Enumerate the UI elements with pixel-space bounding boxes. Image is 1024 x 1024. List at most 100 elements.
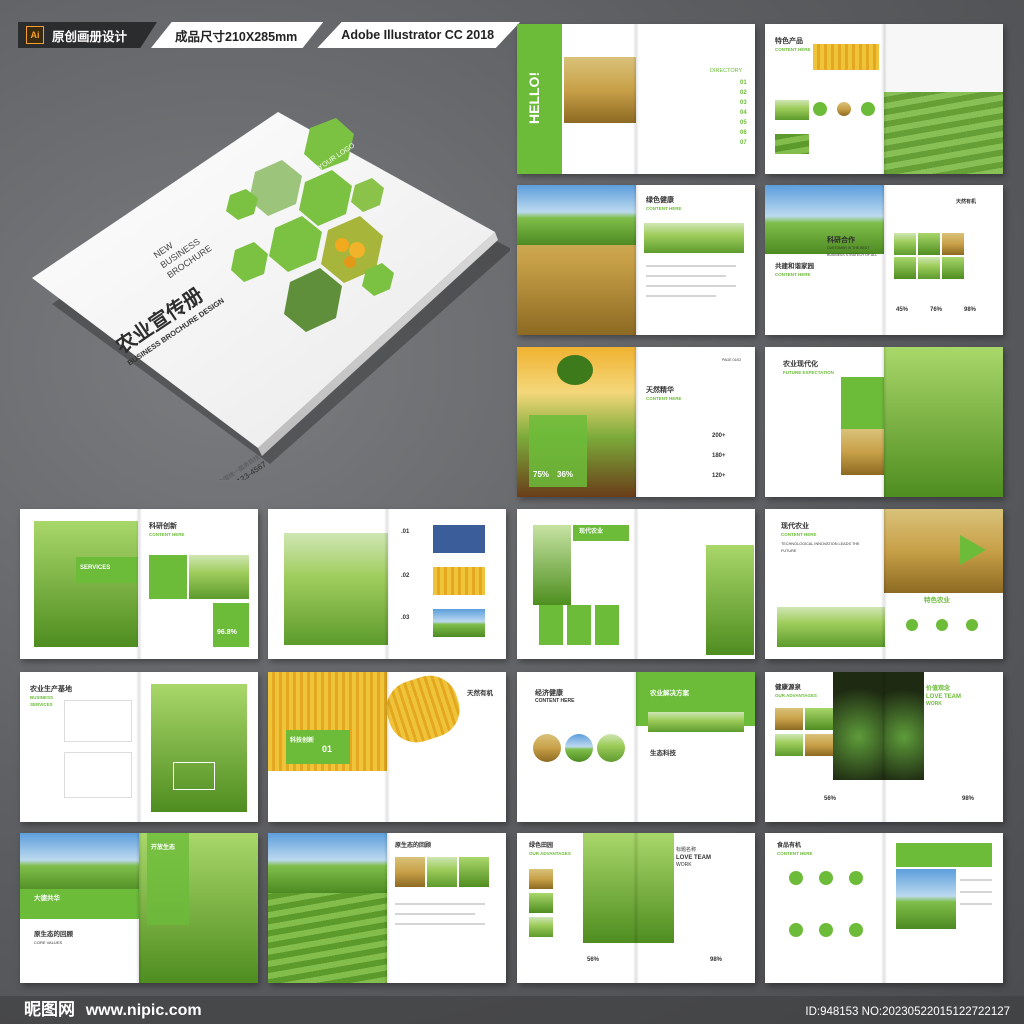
page-right: 特色农业 [884, 509, 1003, 659]
page-right: 标题名称 LOVE TEAM WORK 98% [636, 833, 755, 983]
page-left: 大德共华 原生态的回顾 CORE VALUES [20, 833, 139, 983]
header-original-design: Ai 原创画册设计 [18, 22, 158, 48]
page-title: 绿色田园 [529, 843, 554, 849]
page-right [139, 672, 258, 822]
spread-research-innovation: SERVICES 科研创新 CONTENT HERE 96.8% [20, 509, 258, 659]
stat-56: 56% [587, 957, 600, 963]
spread-green-pastoral: 绿色田园 OUR ADVANTAGES 56% 标题名称 LOVE TEAM W… [517, 833, 755, 983]
page-title-2: 共建和谐家园 [775, 263, 814, 270]
page-left [268, 509, 388, 659]
spread-corn-feature: 科技创新 01 天然有机 [268, 672, 506, 822]
page-right: 绿色健康 CONTENT HERE [636, 185, 755, 335]
book-cover-mockup: NEW BUSINESS BROCHURE 农业宣传册 BUSINESS BRO… [32, 112, 510, 480]
stat-75: 75% [533, 470, 550, 479]
tree-field-photo: 75% 36% [517, 347, 636, 497]
spread-tech-innovation: 现代农业 CONTENT HERE TECHNOLOGICAL INNOVATI… [765, 509, 1003, 659]
page-left: 科技创新 01 [268, 672, 387, 822]
tea-field-photo [884, 24, 1003, 174]
page-left: 经济健康 CONTENT HERE [517, 672, 636, 822]
page-left: 科研合作 CUSTOMER IS THE BEST BUSINESS STRAT… [765, 185, 884, 335]
page-right: 科研创新 CONTENT HERE 96.8% [139, 509, 258, 659]
work-label: WORK [926, 701, 942, 707]
page-tag: 价值观念 [926, 686, 951, 692]
page-title: 天然精华 [646, 387, 674, 394]
spread-original-ecology: 原生态的回顾 [268, 833, 506, 983]
percent-96: 96.8% [217, 629, 237, 636]
header-label-design: 原创画册设计 [52, 29, 128, 44]
page-subtitle: FUTURE EXPECTATION [783, 370, 834, 375]
spread-economic-health: 经济健康 CONTENT HERE 农业解决方案 生态科技 [517, 672, 755, 822]
page-subtitle: CONTENT HERE [535, 698, 575, 704]
count-180: 180+ [712, 453, 726, 459]
illustrator-icon: Ai [26, 26, 44, 44]
page-right: 农业解决方案 生态科技 [636, 672, 755, 822]
watermark-brand: 昵图网 www.nipic.com [24, 995, 202, 1020]
page-number: PAGE 01/02 [722, 358, 742, 362]
page-title: 绿色健康 [646, 197, 674, 204]
page-title: 农业生产基地 [30, 686, 72, 693]
wheat-closeup-photo [884, 347, 1003, 497]
page-right: 天然有机 [379, 672, 506, 822]
spread-organic-food: 食品有机 CONTENT HERE [765, 833, 1003, 983]
item-num-02: .02 [401, 573, 410, 579]
page-left: 食品有机 CONTENT HERE [765, 833, 884, 983]
page-subtitle: OUR ADVANTAGES [529, 851, 571, 856]
page-title: 食品有机 [777, 843, 802, 849]
page-right: .01 .02 .03 [387, 509, 506, 659]
stat-56: 56% [824, 796, 837, 802]
stat-98: 98% [710, 957, 723, 963]
page-subtitle: CONTENT HERE [775, 47, 811, 52]
page-subtitle-2: CONTENT HERE [775, 272, 811, 277]
page-right: 原生态的回顾 [387, 833, 506, 983]
header-software: Adobe Illustrator CC 2018 [317, 22, 521, 48]
spread-production-base: 农业生产基地 BUSINESS SERVICES [20, 672, 258, 822]
page-right [884, 833, 1003, 983]
count-120: 120+ [712, 473, 726, 479]
page-title: 农业现代化 [783, 361, 818, 368]
stat-98: 98% [964, 307, 977, 313]
page-title-3: 生态科技 [650, 750, 676, 757]
page-tagline: TECHNOLOGICAL INNOVATION LEADS THE FUTUR… [781, 542, 860, 553]
tech-label: 科技创新 [290, 738, 315, 744]
page-subtitle: CONTENT HERE [149, 532, 185, 537]
watermark-url[interactable]: www.nipic.com [86, 1002, 202, 1019]
page-right: 价值观念 LOVE TEAM WORK 56% 98% [824, 672, 1003, 822]
item-num-03: .03 [401, 615, 410, 621]
page-tag: 标题名称 [676, 847, 697, 853]
corn-photo [813, 44, 879, 70]
header-label-size: 成品尺寸210X285mm [175, 29, 298, 44]
page-right: 天然有机 45% 76% 98% [884, 185, 1003, 335]
love-team: LOVE TEAM [676, 855, 712, 861]
spread-modern-agriculture: 现代农业 [517, 509, 755, 659]
page-left: 现代农业 CONTENT HERE TECHNOLOGICAL INNOVATI… [765, 509, 885, 659]
page-title: 特色产品 [775, 38, 803, 45]
page-left: 特色产品 CONTENT HERE [765, 24, 884, 174]
page-left: 农业现代化 FUTURE EXPECTATION [765, 347, 885, 497]
page-subtitle: CUSTOMER IS THE BEST BUSINESS STRATEGY O… [827, 246, 878, 257]
spread-health-source: 健康源泉 OUR ADVANTAGES 价值观念 LOVE TEAM WORK … [765, 672, 1003, 822]
header-bar: Ai 原创画册设计 成品尺寸210X285mm Adobe Illustrato… [18, 22, 521, 48]
work-label: WORK [676, 862, 692, 868]
page-subtitle: CONTENT HERE [777, 851, 813, 856]
count-200: 200+ [712, 433, 726, 439]
page-left: 现代农业 [517, 509, 636, 659]
page-title: 原生态的回顾 [395, 843, 432, 849]
stat-45: 45% [896, 307, 909, 313]
play-triangle-icon [960, 535, 986, 565]
watermark-brand-name: 昵图网 [24, 1000, 75, 1019]
page-title: 经济健康 [535, 690, 563, 697]
services-label: SERVICES [80, 565, 111, 571]
page-subtitle: CORE VALUES [34, 940, 63, 945]
page-title-2: 大德共华 [34, 895, 60, 902]
page-subtitle: OUR ADVANTAGES [775, 693, 817, 698]
stat-98: 98% [962, 796, 975, 802]
page-title: 科研合作 [827, 237, 855, 244]
section-num: 01 [322, 744, 333, 754]
spread-natural-essence: 75% 36% PAGE 01/02 天然精华 CONTENT HERE 200… [517, 347, 755, 497]
page-subtitle: CONTENT HERE [646, 206, 682, 211]
page-title: 现代农业 [781, 523, 809, 530]
page-right: PAGE 01/02 天然精华 CONTENT HERE 200+ 180+ 1… [636, 347, 755, 497]
page-subtitle: BUSINESS SERVICES [30, 695, 54, 707]
page-title: 天然有机 [467, 690, 493, 697]
page-title: 现代农业 [579, 529, 604, 535]
